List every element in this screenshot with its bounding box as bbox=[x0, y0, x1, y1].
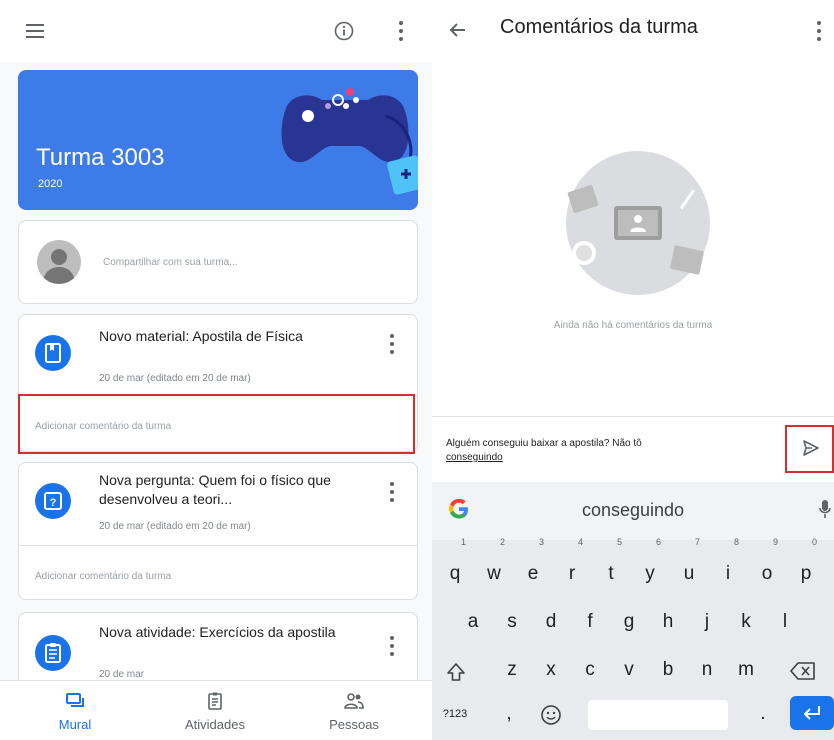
class-year: 2020 bbox=[38, 178, 63, 190]
key-p[interactable]: p0 bbox=[789, 538, 823, 596]
post-card[interactable]: ? Nova pergunta: Quem foi o físico que d… bbox=[18, 462, 418, 600]
key-y[interactable]: y6 bbox=[633, 538, 667, 596]
post-date: 20 de mar (editado em 20 de mar) bbox=[99, 373, 251, 384]
key-k[interactable]: k bbox=[729, 600, 763, 644]
back-arrow-icon[interactable] bbox=[448, 21, 466, 39]
comment-input[interactable]: Alguém conseguiu baixar a apostila? Não … bbox=[446, 437, 746, 465]
key-l[interactable]: l bbox=[768, 600, 802, 644]
comment-composer: Alguém conseguiu baixar a apostila? Não … bbox=[432, 416, 834, 482]
nav-label: Mural bbox=[58, 717, 92, 732]
more-options-icon[interactable] bbox=[816, 20, 822, 42]
material-icon bbox=[35, 335, 71, 371]
key-r[interactable]: r4 bbox=[555, 538, 589, 596]
key-u[interactable]: u7 bbox=[672, 538, 706, 596]
class-banner[interactable]: Turma 3003 2020 bbox=[18, 70, 418, 210]
shift-icon[interactable] bbox=[446, 662, 466, 682]
bottom-navigation: Mural Atividades Pessoas bbox=[0, 680, 432, 740]
user-avatar bbox=[37, 240, 81, 284]
post-title: Nova atividade: Exercícios da apostila bbox=[99, 624, 336, 640]
key-n[interactable]: n bbox=[690, 648, 724, 692]
people-icon bbox=[344, 693, 364, 709]
composing-word: conseguindo bbox=[446, 452, 503, 463]
add-class-comment-link[interactable]: Adicionar comentário da turma bbox=[35, 571, 171, 582]
space-bar[interactable] bbox=[588, 700, 728, 730]
key-j[interactable]: j bbox=[690, 600, 724, 644]
key-o[interactable]: o9 bbox=[750, 538, 784, 596]
comment-text: Alguém conseguiu baixar a apostila? Não … bbox=[446, 438, 642, 449]
nav-pessoas[interactable]: Pessoas bbox=[314, 681, 394, 740]
key-q[interactable]: q1 bbox=[438, 538, 472, 596]
on-screen-keyboard: conseguindo q1 w2 e3 r4 t5 y6 u7 i8 o9 p… bbox=[432, 482, 834, 740]
classwork-icon bbox=[208, 692, 222, 710]
key-x[interactable]: x bbox=[534, 648, 568, 692]
nav-mural[interactable]: Mural bbox=[40, 681, 110, 740]
post-date: 20 de mar (editado em 20 de mar) bbox=[99, 521, 251, 532]
svg-text:?: ? bbox=[50, 497, 57, 509]
more-options-icon[interactable] bbox=[398, 20, 404, 42]
top-app-bar: Comentários da turma bbox=[432, 0, 834, 62]
empty-state-message: Ainda não há comentários da turma bbox=[553, 320, 713, 331]
post-title: Novo material: Apostila de Física bbox=[99, 328, 303, 344]
post-title: Nova pergunta: Quem foi o físico que des… bbox=[99, 472, 331, 507]
period-key[interactable]: . bbox=[746, 692, 780, 736]
nav-label: Pessoas bbox=[329, 717, 379, 732]
post-more-icon[interactable] bbox=[389, 481, 395, 503]
top-app-bar bbox=[0, 0, 432, 62]
post-more-icon[interactable] bbox=[389, 333, 395, 355]
key-h[interactable]: h bbox=[651, 600, 685, 644]
emoji-icon[interactable] bbox=[540, 704, 562, 726]
key-z[interactable]: z bbox=[495, 648, 529, 692]
class-title: Turma 3003 bbox=[36, 144, 165, 171]
key-w[interactable]: w2 bbox=[477, 538, 511, 596]
question-icon: ? bbox=[35, 483, 71, 519]
key-f[interactable]: f bbox=[573, 600, 607, 644]
key-b[interactable]: b bbox=[651, 648, 685, 692]
suggestion-bar: conseguindo bbox=[432, 482, 834, 540]
enter-arrow-icon bbox=[804, 706, 820, 720]
enter-key[interactable] bbox=[790, 696, 834, 730]
symbols-key[interactable]: ?123 bbox=[438, 692, 472, 736]
stream-screen: Turma 3003 2020 Compartilhar com sua tur… bbox=[0, 0, 432, 740]
comment-highlight-box bbox=[18, 394, 415, 454]
key-e[interactable]: e3 bbox=[516, 538, 550, 596]
key-d[interactable]: d bbox=[534, 600, 568, 644]
share-placeholder: Compartilhar com sua turma... bbox=[103, 257, 238, 268]
post-more-icon[interactable] bbox=[389, 635, 395, 657]
key-i[interactable]: i8 bbox=[711, 538, 745, 596]
nav-atividades[interactable]: Atividades bbox=[170, 681, 260, 740]
key-c[interactable]: c bbox=[573, 648, 607, 692]
menu-icon[interactable] bbox=[26, 24, 44, 38]
post-date: 20 de mar bbox=[99, 669, 145, 680]
info-icon[interactable] bbox=[334, 21, 354, 41]
microphone-icon[interactable] bbox=[818, 498, 832, 520]
key-s[interactable]: s bbox=[495, 600, 529, 644]
class-comments-screen: Comentários da turma Ainda não há coment… bbox=[432, 0, 834, 740]
gamepad-illustration bbox=[281, 88, 418, 195]
screen-title: Comentários da turma bbox=[500, 16, 698, 38]
stream-icon bbox=[66, 693, 84, 707]
word-suggestion[interactable]: conseguindo bbox=[432, 500, 834, 521]
key-v[interactable]: v bbox=[612, 648, 646, 692]
backspace-icon[interactable] bbox=[790, 662, 816, 680]
key-m[interactable]: m bbox=[729, 648, 763, 692]
no-comments-illustration bbox=[566, 151, 710, 295]
nav-label: Atividades bbox=[185, 717, 245, 732]
divider bbox=[19, 545, 417, 546]
key-g[interactable]: g bbox=[612, 600, 646, 644]
send-icon[interactable] bbox=[802, 439, 820, 457]
share-with-class-card[interactable]: Compartilhar com sua turma... bbox=[18, 220, 418, 304]
key-t[interactable]: t5 bbox=[594, 538, 628, 596]
assignment-icon bbox=[35, 635, 71, 671]
comma-key[interactable]: , bbox=[492, 692, 526, 736]
key-a[interactable]: a bbox=[456, 600, 490, 644]
